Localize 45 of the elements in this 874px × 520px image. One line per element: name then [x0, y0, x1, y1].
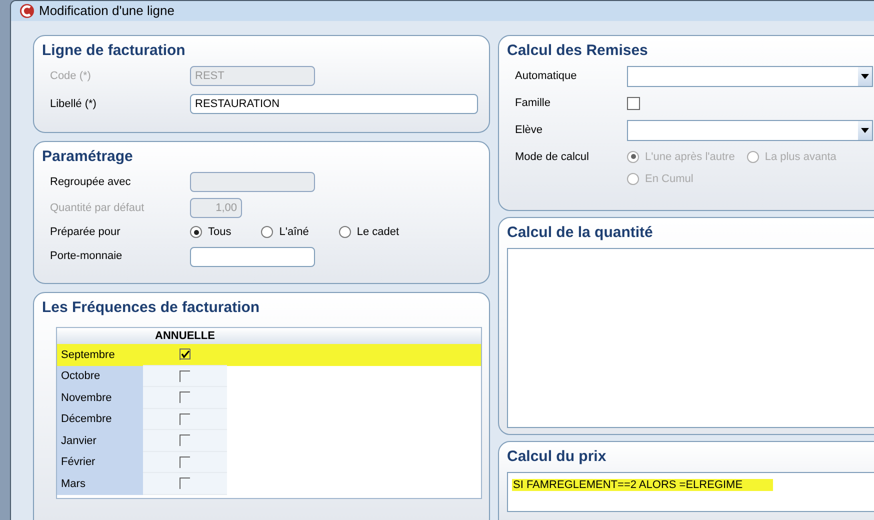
panel-title: Calcul des Remises [507, 40, 648, 60]
radio-button[interactable] [338, 226, 351, 238]
month-cell: Décembre [57, 408, 143, 430]
panel-title: Les Fréquences de facturation [42, 298, 260, 318]
text-field[interactable] [190, 246, 315, 266]
month-cell: Février [57, 452, 143, 473]
month-cell: Mars [57, 473, 143, 494]
field-label: Famille [515, 96, 552, 111]
radio-option[interactable]: L'aîné [261, 224, 309, 240]
checkbox[interactable] [179, 348, 191, 360]
checkbox[interactable] [179, 456, 191, 468]
checkbox[interactable] [179, 370, 191, 382]
field-label: Porte-monnaie [50, 249, 124, 264]
dropdown[interactable] [627, 120, 873, 140]
radio-button[interactable] [190, 226, 202, 238]
field-label: Quantité par défaut [50, 200, 146, 216]
field-label: Code (*) [50, 68, 92, 84]
checkbox[interactable] [179, 434, 191, 446]
text-field[interactable]: RESTAURATION [190, 94, 478, 114]
column-header: ANNUELLE [154, 329, 216, 344]
field-label: Libellé (*) [50, 96, 98, 112]
checkbox[interactable] [179, 412, 191, 425]
app-logo-icon [19, 2, 35, 19]
radio-option[interactable]: Tous [190, 224, 232, 240]
radio-button[interactable] [261, 226, 274, 238]
checkbox[interactable] [627, 96, 640, 110]
month-cell: Novembre [57, 387, 143, 408]
dropdown[interactable] [627, 66, 873, 87]
panel-title: Paramétrage [42, 146, 133, 166]
panel-title: Calcul de la quantité [507, 222, 653, 242]
panel-title: Ligne de facturation [42, 40, 186, 60]
field-label: Préparée pour [50, 225, 122, 240]
field-label: Elève [515, 122, 544, 138]
field-label: Automatique [515, 69, 578, 84]
field-label: Regroupée avec [50, 174, 132, 190]
field-label: Mode de calcul [515, 150, 590, 164]
radio-option[interactable]: Le cadet [338, 224, 400, 240]
panel-title: Calcul du prix [507, 446, 606, 466]
month-cell: Janvier [57, 430, 143, 452]
window-title: Modification d'une ligne [39, 2, 174, 20]
formula-field[interactable]: SI FAMREGLEMENT==2 ALORS =ELREGIME [507, 472, 874, 512]
month-cell-text: Septembre [60, 348, 116, 362]
checkbox[interactable] [179, 391, 191, 404]
checkbox[interactable] [179, 477, 191, 490]
month-cell: Octobre [57, 366, 143, 387]
